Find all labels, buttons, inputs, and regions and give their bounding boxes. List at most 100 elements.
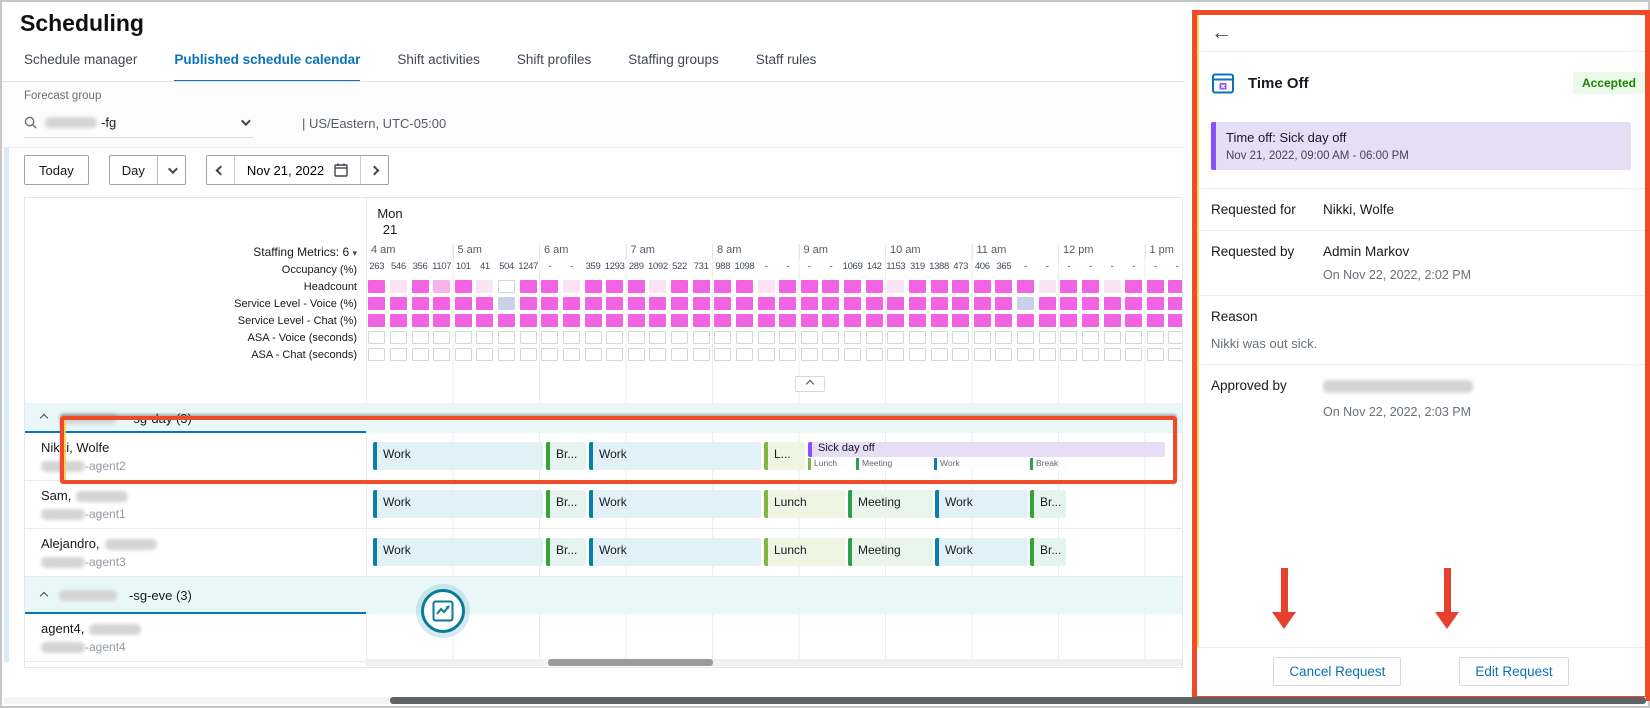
heatmap-cell[interactable] bbox=[909, 348, 926, 361]
heatmap-cell[interactable] bbox=[1039, 331, 1056, 344]
heatmap-cell[interactable] bbox=[779, 297, 796, 310]
heatmap-cell[interactable] bbox=[498, 280, 515, 293]
heatmap-cell[interactable] bbox=[1082, 331, 1099, 344]
heatmap-cell[interactable] bbox=[412, 280, 429, 293]
heatmap-cell[interactable] bbox=[563, 280, 580, 293]
heatmap-cell[interactable] bbox=[1082, 314, 1099, 327]
heatmap-cell[interactable] bbox=[844, 348, 861, 361]
page-horizontal-scrollbar[interactable] bbox=[4, 697, 1646, 704]
heatmap-cell[interactable] bbox=[779, 331, 796, 344]
scrollbar-thumb[interactable] bbox=[548, 659, 713, 666]
heatmap-cell[interactable] bbox=[563, 348, 580, 361]
heatmap-cell[interactable] bbox=[693, 297, 710, 310]
heatmap-cell[interactable] bbox=[606, 297, 623, 310]
heatmap-cell[interactable] bbox=[455, 297, 472, 310]
tab-shift-activities[interactable]: Shift activities bbox=[397, 52, 480, 83]
heatmap-cell[interactable] bbox=[390, 297, 407, 310]
schedule-bar-lunch[interactable]: L... bbox=[764, 442, 805, 470]
heatmap-cell[interactable] bbox=[1017, 348, 1034, 361]
heatmap-cell[interactable] bbox=[541, 331, 558, 344]
timeoff-summary-card[interactable]: Time off: Sick day off Nov 21, 2022, 09:… bbox=[1211, 122, 1631, 170]
heatmap-cell[interactable] bbox=[844, 297, 861, 310]
heatmap-cell[interactable] bbox=[390, 280, 407, 293]
heatmap-cell[interactable] bbox=[1017, 314, 1034, 327]
heatmap-cell[interactable] bbox=[995, 297, 1012, 310]
heatmap-cell[interactable] bbox=[952, 314, 969, 327]
cancel-request-button[interactable]: Cancel Request bbox=[1273, 657, 1401, 686]
schedule-bar-work[interactable]: Work bbox=[589, 538, 761, 566]
today-button[interactable]: Today bbox=[24, 155, 89, 185]
heatmap-cell[interactable] bbox=[866, 314, 883, 327]
heatmap-cell[interactable] bbox=[671, 348, 688, 361]
heatmap-cell[interactable] bbox=[541, 297, 558, 310]
heatmap-cell[interactable] bbox=[801, 331, 818, 344]
heatmap-cell[interactable] bbox=[974, 331, 991, 344]
heatmap-cell[interactable] bbox=[887, 348, 904, 361]
heatmap-cell[interactable] bbox=[368, 348, 385, 361]
heatmap-cell[interactable] bbox=[455, 280, 472, 293]
schedule-bar-break[interactable]: Br... bbox=[1030, 538, 1066, 566]
agent-row[interactable]: agent4,-agent4 bbox=[25, 614, 1182, 662]
heatmap-cell[interactable] bbox=[887, 314, 904, 327]
heatmap-cell[interactable] bbox=[1125, 280, 1142, 293]
edit-request-button[interactable]: Edit Request bbox=[1459, 657, 1568, 686]
heatmap-cell[interactable] bbox=[606, 348, 623, 361]
heatmap-cell[interactable] bbox=[1060, 314, 1077, 327]
heatmap-cell[interactable] bbox=[628, 280, 645, 293]
heatmap-cell[interactable] bbox=[844, 331, 861, 344]
agent-row[interactable]: Alejandro,-agent3WorkBr...WorkLunchMeeti… bbox=[25, 529, 1182, 577]
heatmap-cell[interactable] bbox=[628, 297, 645, 310]
heatmap-cell[interactable] bbox=[520, 280, 537, 293]
heatmap-cell[interactable] bbox=[952, 348, 969, 361]
heatmap-cell[interactable] bbox=[1017, 297, 1034, 310]
heatmap-cell[interactable] bbox=[714, 314, 731, 327]
heatmap-cell[interactable] bbox=[671, 314, 688, 327]
heatmap-cell[interactable] bbox=[455, 331, 472, 344]
heatmap-cell[interactable] bbox=[1082, 348, 1099, 361]
heatmap-cell[interactable] bbox=[563, 314, 580, 327]
heatmap-cell[interactable] bbox=[931, 348, 948, 361]
heatmap-cell[interactable] bbox=[1125, 348, 1142, 361]
heatmap-cell[interactable] bbox=[1060, 348, 1077, 361]
date-picker[interactable]: Nov 21, 2022 bbox=[234, 156, 360, 184]
heatmap-cell[interactable] bbox=[433, 348, 450, 361]
heatmap-cell[interactable] bbox=[455, 348, 472, 361]
heatmap-cell[interactable] bbox=[822, 348, 839, 361]
forecast-group-select[interactable]: -fg bbox=[24, 108, 254, 138]
heatmap-cell[interactable] bbox=[520, 348, 537, 361]
heatmap-cell[interactable] bbox=[1039, 348, 1056, 361]
heatmap-cell[interactable] bbox=[563, 297, 580, 310]
heatmap-cell[interactable] bbox=[866, 331, 883, 344]
heatmap-cell[interactable] bbox=[974, 314, 991, 327]
heatmap-cell[interactable] bbox=[1039, 280, 1056, 293]
heatmap-cell[interactable] bbox=[671, 331, 688, 344]
heatmap-cell[interactable] bbox=[520, 297, 537, 310]
heatmap-cell[interactable] bbox=[476, 331, 493, 344]
heatmap-cell[interactable] bbox=[433, 297, 450, 310]
heatmap-cell[interactable] bbox=[736, 348, 753, 361]
heatmap-cell[interactable] bbox=[1060, 331, 1077, 344]
schedule-bar-break[interactable]: Br... bbox=[546, 490, 586, 518]
heatmap-cell[interactable] bbox=[995, 314, 1012, 327]
heatmap-cell[interactable] bbox=[1039, 314, 1056, 327]
heatmap-cell[interactable] bbox=[476, 314, 493, 327]
prev-day-button[interactable] bbox=[207, 156, 234, 184]
heatmap-cell[interactable] bbox=[390, 348, 407, 361]
heatmap-cell[interactable] bbox=[585, 297, 602, 310]
heatmap-cell[interactable] bbox=[1125, 314, 1142, 327]
schedule-subsegment-work[interactable]: Work bbox=[934, 458, 1028, 470]
heatmap-cell[interactable] bbox=[693, 348, 710, 361]
heatmap-cell[interactable] bbox=[628, 331, 645, 344]
schedule-bar-work[interactable]: Work bbox=[589, 442, 761, 470]
schedule-bar-meeting[interactable]: Meeting bbox=[848, 538, 933, 566]
heatmap-cell[interactable] bbox=[606, 280, 623, 293]
horizontal-scrollbar[interactable] bbox=[366, 659, 1182, 666]
heatmap-cell[interactable] bbox=[931, 280, 948, 293]
heatmap-cell[interactable] bbox=[714, 348, 731, 361]
heatmap-cell[interactable] bbox=[909, 314, 926, 327]
heatmap-cell[interactable] bbox=[714, 297, 731, 310]
heatmap-cell[interactable] bbox=[887, 280, 904, 293]
group-header[interactable]: -sg-eve (3) bbox=[25, 577, 1182, 614]
heatmap-cell[interactable] bbox=[1147, 280, 1164, 293]
heatmap-cell[interactable] bbox=[779, 314, 796, 327]
